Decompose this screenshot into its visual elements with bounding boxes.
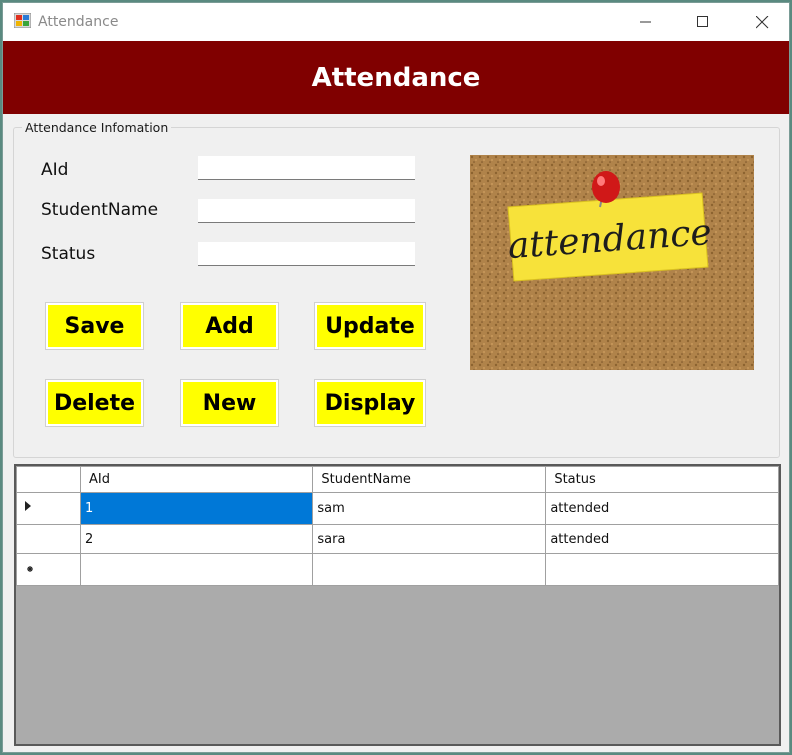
attendance-photo: attendance bbox=[470, 155, 754, 370]
corkboard-image: attendance bbox=[470, 155, 754, 370]
aid-input[interactable] bbox=[198, 156, 415, 180]
header-banner: Attendance bbox=[3, 41, 789, 114]
cell-aid[interactable]: 2 bbox=[79, 524, 314, 554]
cell-status[interactable]: attended bbox=[545, 524, 779, 554]
table-row[interactable]: 2 sara attended bbox=[16, 524, 779, 554]
cell-student-name[interactable]: sara bbox=[312, 524, 547, 554]
new-button[interactable]: New bbox=[180, 379, 279, 427]
minimize-button[interactable] bbox=[623, 3, 669, 41]
save-button[interactable]: Save bbox=[45, 302, 144, 350]
app-icon bbox=[14, 13, 31, 28]
cell-status[interactable] bbox=[545, 553, 779, 586]
cell-aid[interactable] bbox=[79, 553, 314, 586]
table-row[interactable]: 1 sam attended bbox=[16, 492, 779, 525]
aid-label: AId bbox=[41, 160, 69, 180]
column-header-aid[interactable]: AId bbox=[79, 466, 314, 493]
pushpin-icon bbox=[592, 171, 620, 203]
column-header-status[interactable]: Status bbox=[545, 466, 779, 493]
page-title: Attendance bbox=[311, 62, 481, 93]
row-header[interactable] bbox=[16, 553, 81, 586]
update-button[interactable]: Update bbox=[314, 302, 426, 350]
row-header[interactable] bbox=[16, 524, 81, 554]
close-icon bbox=[755, 15, 768, 28]
minimize-icon bbox=[640, 21, 651, 23]
title-bar[interactable]: Attendance bbox=[3, 3, 789, 41]
window-title: Attendance bbox=[38, 14, 119, 30]
cell-aid[interactable]: 1 bbox=[79, 492, 314, 525]
current-row-icon bbox=[25, 501, 31, 511]
status-input[interactable] bbox=[198, 242, 415, 266]
column-header-student-name[interactable]: StudentName bbox=[312, 466, 547, 493]
close-button[interactable] bbox=[739, 3, 785, 41]
cell-student-name[interactable] bbox=[312, 553, 547, 586]
student-name-input[interactable] bbox=[198, 199, 415, 223]
row-header[interactable] bbox=[16, 492, 81, 525]
add-button[interactable]: Add bbox=[180, 302, 279, 350]
display-button[interactable]: Display bbox=[314, 379, 426, 427]
grid-corner-cell bbox=[16, 466, 81, 493]
delete-button[interactable]: Delete bbox=[45, 379, 144, 427]
new-row[interactable] bbox=[16, 553, 779, 586]
maximize-button[interactable] bbox=[680, 3, 726, 41]
group-legend: Attendance Infomation bbox=[22, 120, 172, 135]
attendance-grid[interactable]: AId StudentName Status 1 sam attended 2 … bbox=[14, 464, 781, 746]
new-row-asterisk-icon bbox=[27, 566, 33, 572]
maximize-icon bbox=[697, 16, 708, 27]
grid-table: AId StudentName Status 1 sam attended 2 … bbox=[16, 466, 779, 586]
status-label: Status bbox=[41, 244, 96, 264]
student-name-label: StudentName bbox=[41, 200, 159, 220]
cell-student-name[interactable]: sam bbox=[312, 492, 547, 525]
app-window: Attendance Attendance Attendance Infomat… bbox=[2, 2, 790, 753]
cell-status[interactable]: attended bbox=[545, 492, 779, 525]
grid-header-row: AId StudentName Status bbox=[16, 466, 779, 493]
